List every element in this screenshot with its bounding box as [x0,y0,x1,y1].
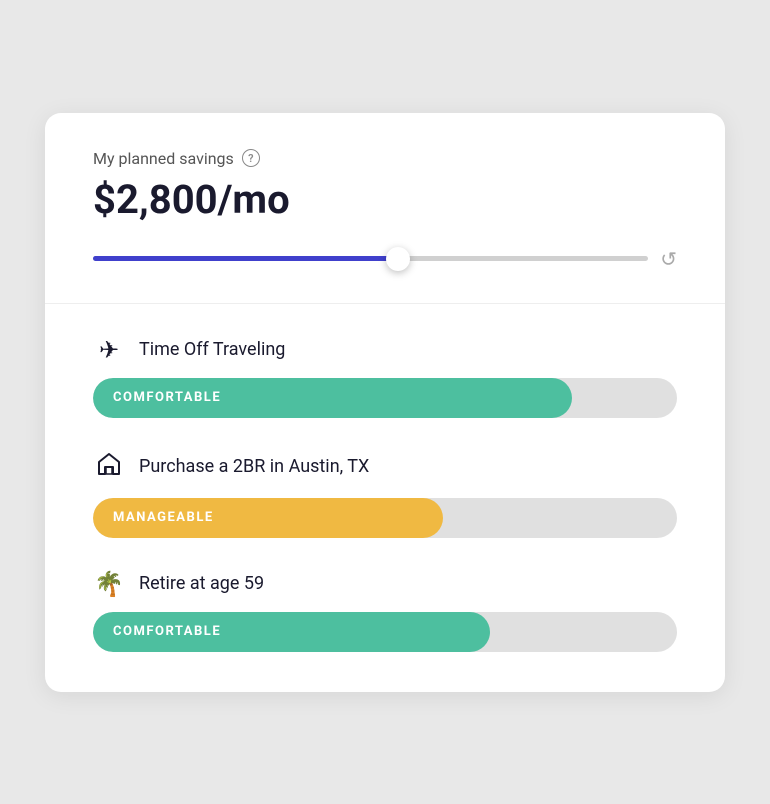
progress-track-home: MANAGEABLE [93,498,677,538]
savings-section: My planned savings ? $2,800/mo ↺ [45,113,725,304]
progress-fill-travel: COMFORTABLE [93,378,572,418]
goal-header-retire: 🌴 Retire at age 59 [93,570,677,598]
slider-fill [93,256,398,261]
goals-section: ✈ Time Off Traveling COMFORTABLE [45,304,725,692]
main-card: My planned savings ? $2,800/mo ↺ ✈ Time … [45,113,725,692]
progress-fill-retire: COMFORTABLE [93,612,490,652]
goal-item-retire: 🌴 Retire at age 59 COMFORTABLE [93,570,677,652]
home-icon [93,450,125,484]
progress-label-travel: COMFORTABLE [113,390,221,405]
progress-bar-travel: COMFORTABLE [93,378,677,418]
goal-title-retire: Retire at age 59 [139,573,264,594]
retire-icon: 🌴 [93,570,125,598]
slider-row: ↺ [93,247,677,271]
goal-header-home: Purchase a 2BR in Austin, TX [93,450,677,484]
slider-track [93,256,648,261]
progress-track-travel: COMFORTABLE [93,378,677,418]
goal-item-travel: ✈ Time Off Traveling COMFORTABLE [93,336,677,418]
progress-fill-home: MANAGEABLE [93,498,443,538]
progress-label-retire: COMFORTABLE [113,624,221,639]
goal-header-travel: ✈ Time Off Traveling [93,336,677,364]
reset-icon[interactable]: ↺ [660,247,677,271]
goal-item-home: Purchase a 2BR in Austin, TX MANAGEABLE [93,450,677,538]
progress-bar-home: MANAGEABLE [93,498,677,538]
goal-title-travel: Time Off Traveling [139,339,285,360]
savings-label-row: My planned savings ? [93,149,677,168]
travel-icon: ✈ [93,336,125,364]
slider-thumb[interactable] [386,247,410,271]
goal-title-home: Purchase a 2BR in Austin, TX [139,456,369,477]
savings-amount: $2,800/mo [93,176,677,223]
savings-slider[interactable] [93,249,648,269]
savings-label: My planned savings [93,149,234,168]
progress-label-home: MANAGEABLE [113,510,214,525]
help-icon[interactable]: ? [242,149,260,167]
progress-track-retire: COMFORTABLE [93,612,677,652]
progress-bar-retire: COMFORTABLE [93,612,677,652]
